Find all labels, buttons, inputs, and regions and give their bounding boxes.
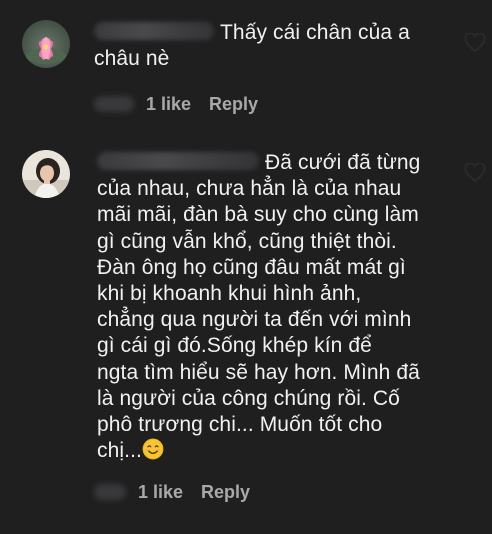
username-redacted[interactable] xyxy=(97,152,259,171)
timestamp-redacted xyxy=(94,484,126,500)
comment-text-line: chẳng qua người ta đến với mình xyxy=(97,308,412,332)
avatar[interactable] xyxy=(22,150,70,198)
avatar[interactable] xyxy=(22,20,70,68)
comment-text-line: mãi mãi, đàn bà suy cho cùng làm xyxy=(97,203,419,227)
comment-body: Thấy cái chân của a châu nè xyxy=(94,20,454,72)
woman-portrait-avatar-icon xyxy=(22,150,70,198)
likes-count[interactable]: 1 like xyxy=(138,482,183,503)
likes-count[interactable]: 1 like xyxy=(146,94,191,115)
comment-text-line: Đàn ông họ cũng đâu mất mát gì xyxy=(97,255,406,279)
comment-meta: 1 like Reply xyxy=(94,92,258,116)
like-heart-icon[interactable] xyxy=(464,33,486,53)
like-heart-icon[interactable] xyxy=(464,163,486,183)
comment-text-line-2: châu nè xyxy=(94,47,170,71)
username-redacted[interactable] xyxy=(94,22,214,41)
comment-text-line: chị... xyxy=(97,439,142,463)
timestamp-redacted xyxy=(94,96,134,112)
smiling-face-emoji-icon xyxy=(142,438,164,460)
comment-text-line: là người của công chúng rồi. Cố xyxy=(97,386,400,410)
reply-button[interactable]: Reply xyxy=(209,94,258,115)
comment-body: Đã cưới đã từng của nhau, chưa hẳn là củ… xyxy=(97,150,457,464)
comment-text-line: gì cũng vẫn khổ, cũng thiệt thòi. xyxy=(97,229,397,253)
lotus-flower-avatar-icon xyxy=(22,20,70,68)
comment-text-line: Đã cưới đã từng xyxy=(265,151,421,174)
comment-text-line: phô trương chi... Muốn tốt cho xyxy=(97,413,383,437)
comment-text-line: gì cái gì đó.Sống khép kín để xyxy=(97,334,372,358)
comment-text-line: khi bị khoanh khui hình ảnh, xyxy=(97,282,362,306)
comment-text-line: của nhau, chưa hẳn là của nhau xyxy=(97,177,402,201)
reply-button[interactable]: Reply xyxy=(201,482,250,503)
comment-meta: 1 like Reply xyxy=(94,480,250,504)
comment-text-line-1: Thấy cái chân của a xyxy=(220,21,410,44)
comment-text-line: ngta tìm hiểu sẽ hay hơn. Mình đã xyxy=(97,360,420,384)
